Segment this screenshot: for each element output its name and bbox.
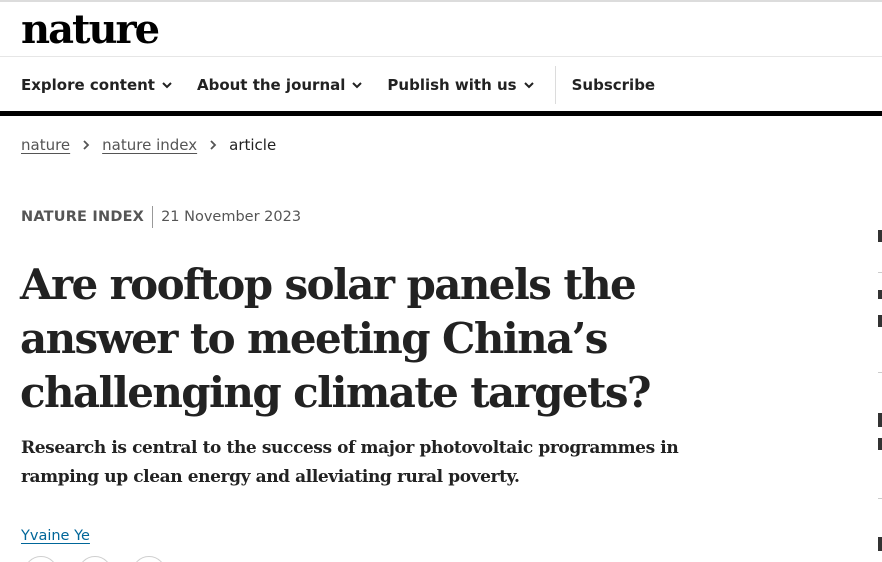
breadcrumb-link-nature-index[interactable]: nature index bbox=[102, 136, 197, 154]
page: nature Explore content About the journal… bbox=[0, 0, 882, 562]
article-meta: NATURE INDEX 21 November 2023 bbox=[21, 206, 301, 228]
nav-divider bbox=[554, 66, 556, 104]
sidebar-edge bbox=[878, 438, 882, 450]
chevron-right-icon bbox=[210, 140, 217, 150]
sidebar-edge bbox=[878, 230, 882, 242]
sidebar-divider bbox=[878, 272, 882, 273]
breadcrumb: nature nature index article bbox=[21, 136, 276, 154]
main-nav: Explore content About the journal Publis… bbox=[21, 60, 679, 110]
chevron-right-icon bbox=[83, 140, 90, 150]
article-title: Are rooftop solar panels the answer to m… bbox=[20, 260, 652, 417]
subscribe-label: Subscribe bbox=[571, 76, 656, 94]
share-button[interactable] bbox=[78, 556, 112, 562]
sidebar-divider bbox=[878, 372, 882, 373]
top-border bbox=[0, 0, 882, 2]
nav-bottom-bar bbox=[0, 111, 882, 116]
chevron-down-icon bbox=[352, 82, 363, 89]
sidebar-edge bbox=[878, 537, 882, 551]
site-logo[interactable]: nature bbox=[21, 6, 160, 54]
author-link[interactable]: Yvaine Ye bbox=[21, 528, 90, 544]
article-type: NATURE INDEX bbox=[21, 209, 145, 225]
nav-explore-content[interactable]: Explore content bbox=[21, 76, 173, 94]
article-date: 21 November 2023 bbox=[161, 209, 302, 225]
nav-item-label: Explore content bbox=[21, 76, 155, 94]
chevron-down-icon bbox=[523, 82, 534, 89]
sidebar-edge bbox=[878, 315, 882, 327]
nav-subscribe[interactable]: Subscribe bbox=[572, 76, 656, 94]
chevron-down-icon bbox=[162, 82, 172, 89]
sidebar-edge bbox=[878, 290, 882, 299]
meta-divider bbox=[152, 206, 154, 228]
sidebar-edge bbox=[878, 413, 882, 427]
breadcrumb-current: article bbox=[229, 136, 277, 154]
breadcrumb-link-nature[interactable]: nature bbox=[21, 136, 70, 154]
nav-item-label: About the journal bbox=[196, 76, 346, 94]
share-button[interactable] bbox=[132, 556, 166, 562]
nav-about-journal[interactable]: About the journal bbox=[197, 76, 363, 94]
header-divider bbox=[0, 56, 882, 57]
nav-publish-with-us[interactable]: Publish with us bbox=[387, 76, 534, 94]
nav-item-label: Publish with us bbox=[387, 76, 517, 94]
share-button[interactable] bbox=[24, 556, 58, 562]
sidebar-divider bbox=[878, 498, 882, 499]
article-standfirst: Research is central to the success of ma… bbox=[21, 438, 679, 487]
